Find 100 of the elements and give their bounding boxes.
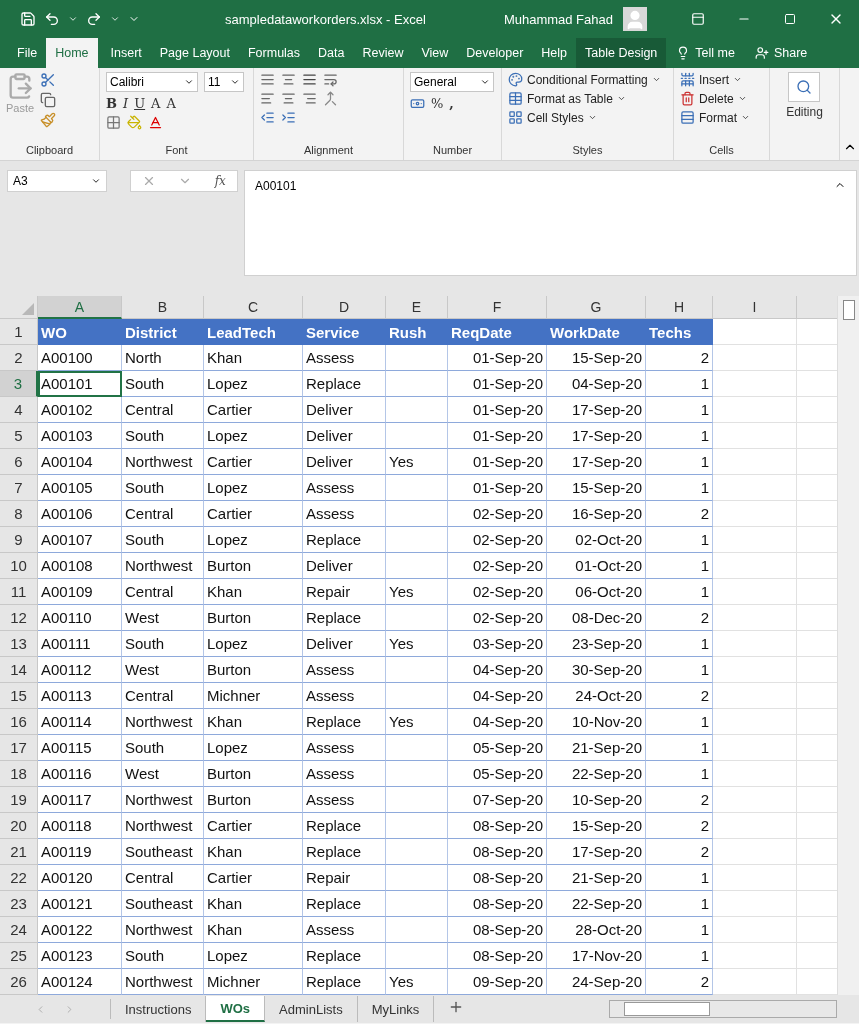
caret-icon[interactable] (616, 94, 626, 103)
insert-rows-icon[interactable] (680, 72, 695, 87)
grow-font-button[interactable]: A (151, 96, 161, 111)
column-header[interactable]: F (448, 296, 547, 319)
row-header[interactable]: 18 (0, 761, 38, 787)
styles-button[interactable]: Format as Table (508, 91, 661, 106)
scroll-thumb[interactable] (624, 1002, 710, 1016)
tell-me-button[interactable]: Tell me (666, 38, 745, 68)
row-header[interactable]: 16 (0, 709, 38, 735)
insert-function-button[interactable]: fx (214, 174, 226, 188)
caret-icon[interactable] (91, 176, 101, 186)
row-header[interactable]: 2 (0, 345, 38, 371)
row-header[interactable]: 23 (0, 891, 38, 917)
row-header[interactable]: 26 (0, 969, 38, 995)
share-button[interactable]: Share (744, 38, 818, 68)
shrink-font-button[interactable]: A (166, 96, 176, 111)
borders-icon[interactable] (106, 115, 121, 130)
column-header[interactable]: G (547, 296, 646, 319)
row-header[interactable]: 8 (0, 501, 38, 527)
caret-icon[interactable] (184, 77, 194, 87)
column-header[interactable]: H (646, 296, 713, 319)
caret-icon[interactable] (651, 75, 661, 84)
row-header[interactable]: 14 (0, 657, 38, 683)
row-header[interactable]: 3 (0, 371, 38, 397)
align-bottom-icon[interactable] (302, 72, 317, 87)
row-header[interactable]: 19 (0, 787, 38, 813)
column-header[interactable]: B (122, 296, 204, 319)
row-header[interactable]: 20 (0, 813, 38, 839)
caret-icon[interactable] (587, 113, 597, 122)
font-color-icon[interactable] (148, 115, 163, 130)
number-format-field[interactable]: General (410, 72, 494, 92)
increase-indent-icon[interactable] (281, 110, 296, 125)
ribbon-tab[interactable]: View (412, 38, 458, 68)
caret-icon[interactable] (480, 77, 490, 87)
column-header[interactable]: I (713, 296, 797, 319)
ribbon-tab[interactable]: Table Design (576, 38, 667, 68)
cells-button[interactable]: Delete (680, 91, 750, 106)
rows-icon[interactable] (680, 110, 695, 125)
bold-button[interactable]: B (106, 96, 117, 111)
row-header[interactable]: 22 (0, 865, 38, 891)
editing-button[interactable]: Editing (786, 72, 823, 160)
font-size-field[interactable]: 11 (204, 72, 244, 92)
align-middle-icon[interactable] (281, 72, 296, 87)
column-header[interactable]: C (204, 296, 303, 319)
paintbrush-icon[interactable] (40, 112, 57, 128)
copy-icon[interactable] (40, 92, 57, 108)
comma-button[interactable]: , (449, 96, 454, 111)
align-left-icon[interactable] (260, 91, 275, 106)
trash-icon[interactable] (680, 91, 695, 106)
table-icon[interactable] (508, 91, 523, 106)
fill-color-icon[interactable] (127, 115, 142, 130)
undo-icon[interactable] (44, 11, 60, 27)
decrease-indent-icon[interactable] (260, 110, 275, 125)
caret-icon[interactable] (741, 113, 750, 122)
merge-icon[interactable] (323, 91, 338, 106)
row-header[interactable]: 11 (0, 579, 38, 605)
caret-icon[interactable] (110, 14, 120, 24)
column-header[interactable]: E (386, 296, 448, 319)
row-header[interactable]: 17 (0, 735, 38, 761)
row-header[interactable]: 13 (0, 631, 38, 657)
grid-icon[interactable] (508, 110, 523, 125)
row-header[interactable]: 6 (0, 449, 38, 475)
font-name-field[interactable]: Calibri (106, 72, 198, 92)
align-top-icon[interactable] (260, 72, 275, 87)
row-header[interactable]: 9 (0, 527, 38, 553)
sheet-tab[interactable]: WOs (206, 996, 266, 1022)
scroll-thumb[interactable] (842, 300, 855, 320)
column-header[interactable]: A (38, 296, 122, 319)
ribbon-tab[interactable]: File (8, 38, 47, 68)
italic-button[interactable]: I (123, 96, 129, 111)
row-header[interactable]: 12 (0, 605, 38, 631)
column-header[interactable]: D (303, 296, 386, 319)
wrap-text-icon[interactable] (323, 72, 338, 87)
caret-icon[interactable] (68, 14, 78, 24)
ribbon-tab[interactable]: Review (353, 38, 413, 68)
caret-icon[interactable] (733, 75, 742, 84)
row-header[interactable]: 25 (0, 943, 38, 969)
row-header[interactable]: 7 (0, 475, 38, 501)
scissors-icon[interactable] (40, 72, 57, 88)
row-header[interactable]: 1 (0, 319, 38, 345)
sheet-tab[interactable]: MyLinks (357, 996, 435, 1022)
save-icon[interactable] (20, 11, 36, 27)
ribbon-tab[interactable]: Data (309, 38, 354, 68)
redo-icon[interactable] (86, 11, 102, 27)
formula-field[interactable]: A00101 (244, 170, 857, 276)
maximize-icon[interactable] (784, 13, 796, 25)
row-header[interactable]: 4 (0, 397, 38, 423)
align-center-icon[interactable] (281, 91, 296, 106)
cells-button[interactable]: Insert (680, 72, 750, 87)
search-icon[interactable] (788, 72, 821, 102)
row-header[interactable]: 10 (0, 553, 38, 579)
row-header[interactable]: 24 (0, 917, 38, 943)
underline-button[interactable]: U (134, 96, 146, 111)
ribbon-tab[interactable]: Insert (101, 38, 151, 68)
sheet-tab[interactable]: AdminLists (265, 996, 358, 1022)
styles-button[interactable]: Conditional Formatting (508, 72, 661, 87)
caret-icon[interactable] (230, 77, 240, 87)
name-box[interactable]: A3 (7, 170, 107, 192)
row-header[interactable]: 15 (0, 683, 38, 709)
currency-icon[interactable] (410, 96, 425, 111)
